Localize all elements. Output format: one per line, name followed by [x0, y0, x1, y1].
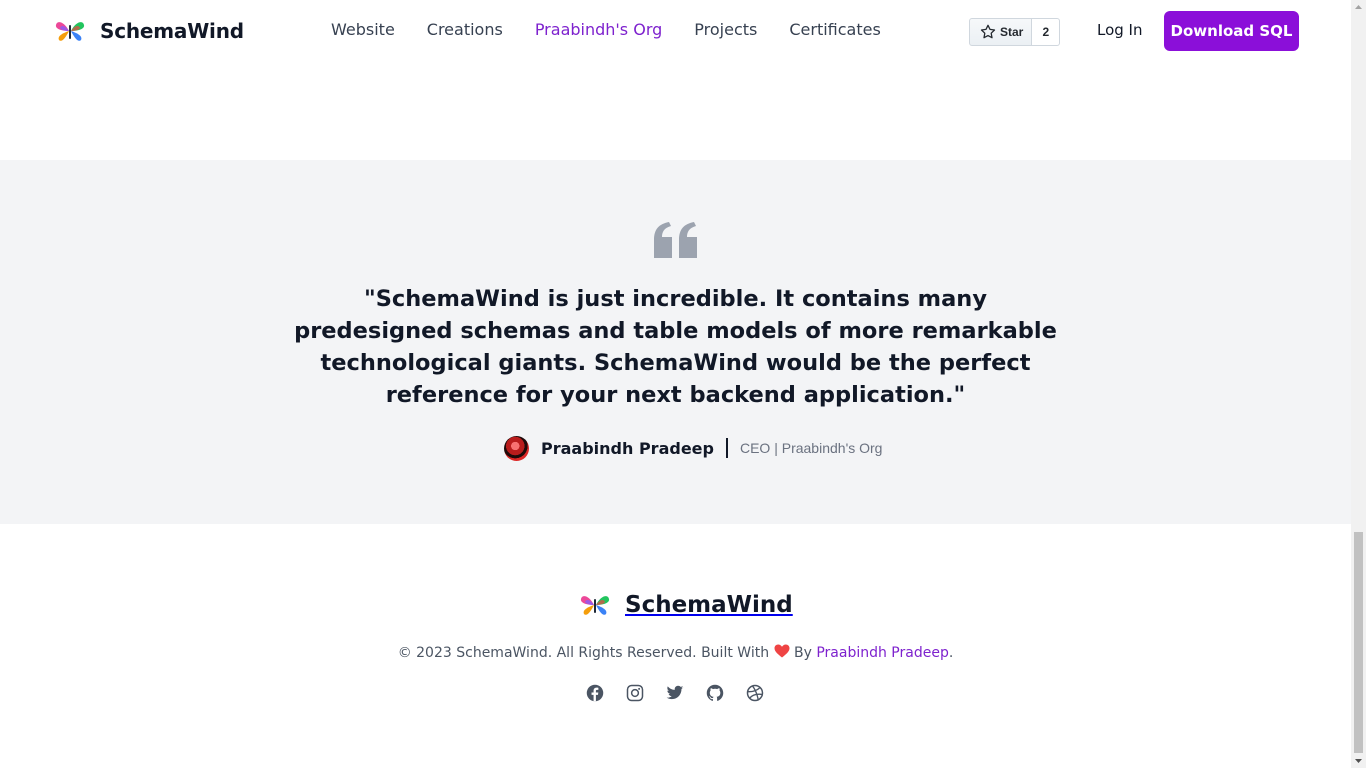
top-navbar: SchemaWind Website Creations Praabindh's…: [0, 0, 1351, 62]
scrollbar-thumb[interactable]: [1354, 532, 1363, 753]
github-link[interactable]: [706, 684, 724, 702]
nav-projects[interactable]: Projects: [694, 20, 757, 39]
scroll-up-arrow-icon[interactable]: [1351, 0, 1366, 15]
twitter-icon: [666, 685, 684, 700]
brand-name: SchemaWind: [100, 19, 244, 43]
author-name: Praabindh Pradeep: [541, 438, 714, 458]
author-divider: [725, 438, 728, 458]
author-link[interactable]: Praabindh Pradeep: [816, 645, 949, 661]
copyright-text: © 2023 SchemaWind. All Rights Reserved. …: [0, 644, 1351, 661]
nav-website[interactable]: Website: [331, 20, 395, 39]
butterfly-logo-icon: [580, 596, 610, 615]
vertical-scrollbar[interactable]: [1351, 0, 1366, 768]
copyright-by: By: [793, 645, 812, 661]
copyright-prefix: © 2023 SchemaWind. All Rights Reserved. …: [397, 645, 770, 661]
main-nav: Website Creations Praabindh's Org Projec…: [331, 20, 881, 39]
testimonial-quote: "SchemaWind is just incredible. It conta…: [294, 286, 1057, 408]
github-star-widget: Star 2: [969, 18, 1061, 46]
social-links: [586, 684, 764, 702]
copyright-suffix: .: [948, 645, 954, 661]
facebook-icon: [586, 684, 604, 702]
heart-icon: [774, 644, 790, 658]
page: SchemaWind Website Creations Praabindh's…: [0, 0, 1351, 768]
nav-certificates[interactable]: Certificates: [789, 20, 880, 39]
nav-creations[interactable]: Creations: [427, 20, 503, 39]
brand-link[interactable]: SchemaWind: [54, 16, 244, 46]
butterfly-logo-icon: [55, 22, 85, 41]
instagram-icon: [626, 684, 644, 702]
nav-praabindhs-org[interactable]: Praabindh's Org: [535, 20, 662, 39]
facebook-link[interactable]: [586, 684, 604, 702]
author-role: CEO | Praabindh's Org: [739, 440, 883, 456]
instagram-link[interactable]: [626, 684, 644, 702]
download-sql-button[interactable]: Download SQL: [1164, 11, 1299, 51]
star-icon: [980, 24, 996, 39]
testimonial-author: Praabindh Pradeep CEO | Praabindh's Org: [504, 435, 882, 461]
dribbble-icon: [746, 684, 764, 702]
github-icon: [706, 684, 724, 701]
scroll-down-arrow-icon[interactable]: [1351, 753, 1366, 768]
login-link[interactable]: Log In: [1097, 21, 1143, 39]
footer-brand-link[interactable]: SchemaWind: [579, 590, 793, 620]
dribbble-link[interactable]: [746, 684, 764, 702]
github-star-button[interactable]: Star: [969, 18, 1033, 46]
footer-brand-name: SchemaWind: [625, 592, 793, 618]
twitter-link[interactable]: [666, 684, 684, 702]
star-label: Star: [1000, 25, 1024, 39]
footer: SchemaWind © 2023 SchemaWind. All Rights…: [0, 524, 1351, 768]
star-count[interactable]: 2: [1032, 18, 1061, 46]
testimonial-section: "SchemaWind is just incredible. It conta…: [0, 160, 1351, 524]
quote-icon: [654, 222, 697, 258]
avatar: [504, 435, 529, 461]
